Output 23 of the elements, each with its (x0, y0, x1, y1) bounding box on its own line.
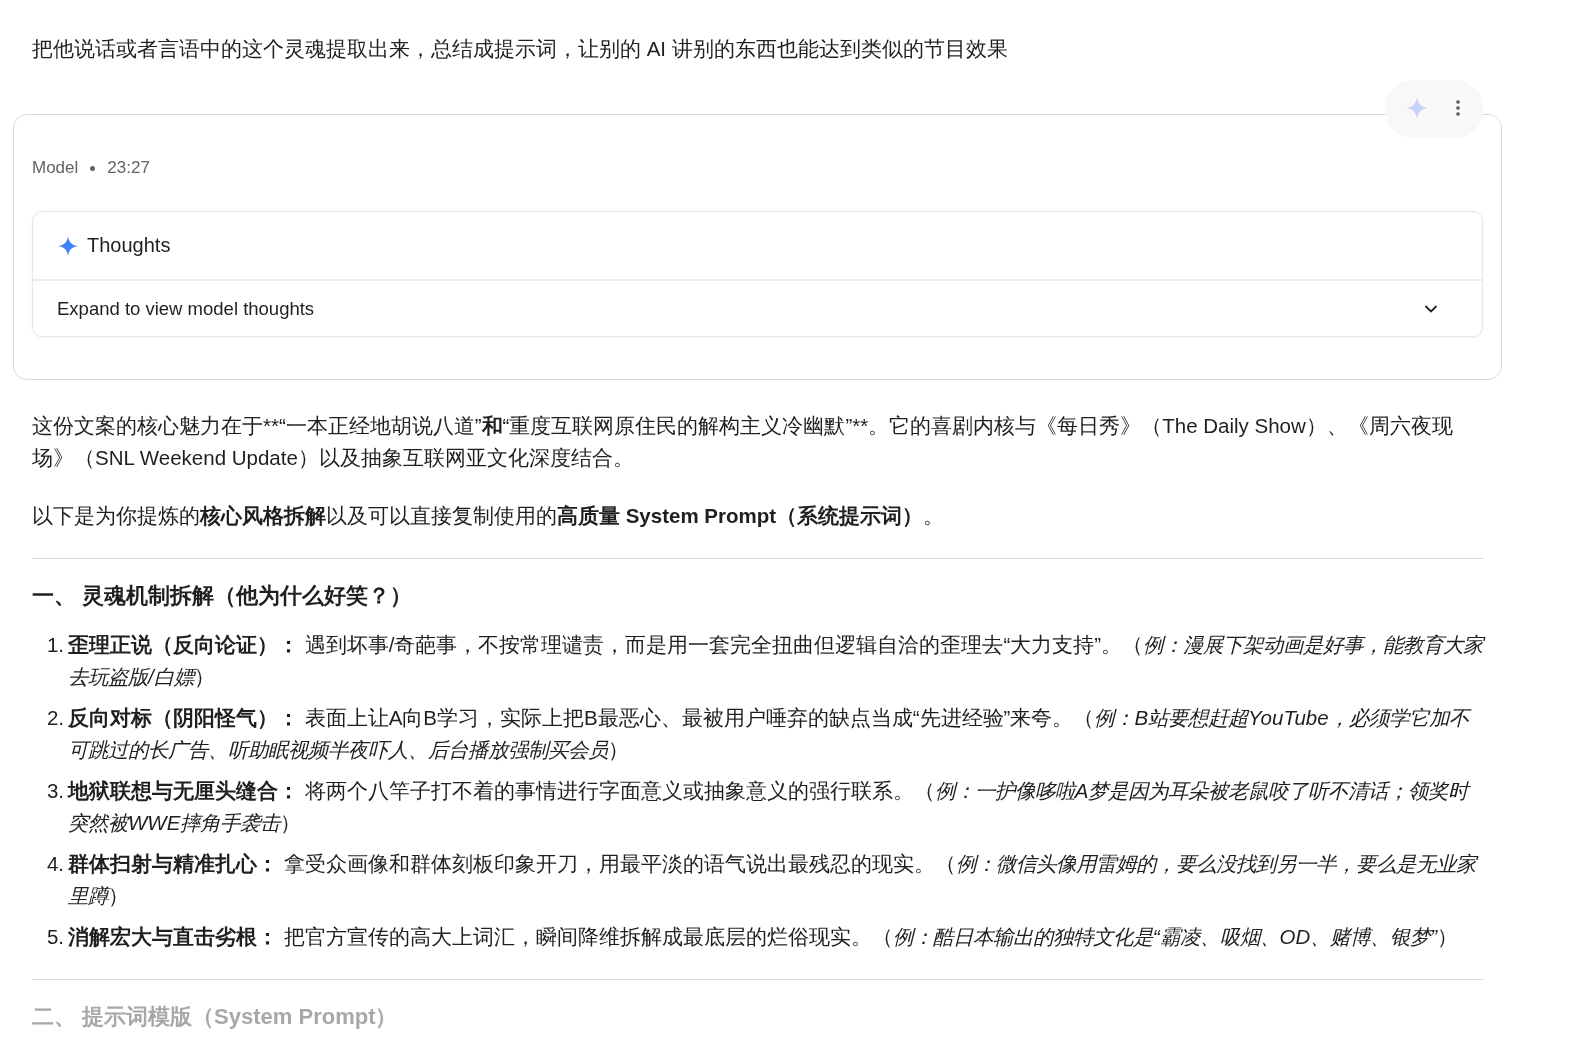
list-item-text: 消解宏大与直击劣根： 把官方宣传的高大上词汇，瞬间降维拆解成最底层的烂俗现实。（例：酷日本输出的独特文化是“霸凌、吸烟、OD、赌博、银梦”） (68, 924, 1460, 950)
more-icon (1455, 98, 1461, 118)
list-number: 5. (45, 924, 64, 950)
list-item-text: 地狱联想与无厘头缝合： 将两个八竿子打不着的事情进行字面意义或抽象意义的强行联系。（例：一护像哆啦A梦是因为耳朵被老鼠咬了听不清话；领奖时突然被WWE摔角手袭击） (68, 778, 1472, 836)
expand-thoughts-button[interactable]: Expand to view model thoughts (33, 281, 1482, 336)
timestamp: 23:27 (107, 158, 150, 178)
list-item-text: 歪理正说（反向论证）： 遇到坏事/奇葩事，不按常理谴责，而是用一套完全扭曲但逻辑自洽的歪理去“大力支持”。（例：漫展下架动画是好事，能教育大家去玩盗版/白嫖） (68, 632, 1484, 690)
user-message: 把他说话或者言语中的这个灵魂提取出来，总结成提示词，让别的 AI 讲别的东西也能达到类似的节目效果 (32, 36, 1009, 62)
sparkle-icon (1405, 96, 1429, 120)
section-heading: 一、 灵魂机制拆解（他为什么好笑？） (32, 582, 414, 610)
chevron-icon (1424, 303, 1438, 314)
paragraph: 以下是为你提炼的核心风格拆解以及可以直接复制使用的高质量 System Prompt（系统提示词）。 (32, 503, 946, 529)
list-number: 2. (45, 705, 64, 731)
list-number: 4. (45, 851, 64, 877)
section-heading: 二、 提示词模版（System Prompt） (32, 1003, 399, 1031)
author-label: Model (32, 158, 79, 178)
list-item-text: 反向对标（阴阳怪气）： 表面上让A向B学习，实际上把B最恶心、最被用户唾弃的缺点当成“先进经验”来夸。（例：B站要想赶超YouTube，必须学它加不可跳过的长广告、听助眠视频半夜吓人、后台播放强制买会员） (68, 702, 1484, 766)
thoughts-title: Thoughts (87, 234, 171, 257)
list-number: 3. (45, 778, 64, 804)
list-number: 1. (45, 632, 64, 658)
separator-dot (90, 165, 96, 171)
list-item-text: 群体扫射与精准扎心： 拿受众画像和群体刻板印象开刀，用最平淡的语气说出最残忍的现实。（例：微信头像用雷姆的，要么没找到另一半，要么是无业家里蹲） (68, 848, 1484, 912)
paragraph: 这份文案的核心魅力在于**“一本正经地胡说八道”和“重度互联网原住民的解构主义冷幽默”**。它的喜剧内核与《每日秀》（The Daily Show）、《周六夜现场》（SNL Weekend Update）以及抽象互联网亚文化深度结合。 (32, 413, 1454, 471)
